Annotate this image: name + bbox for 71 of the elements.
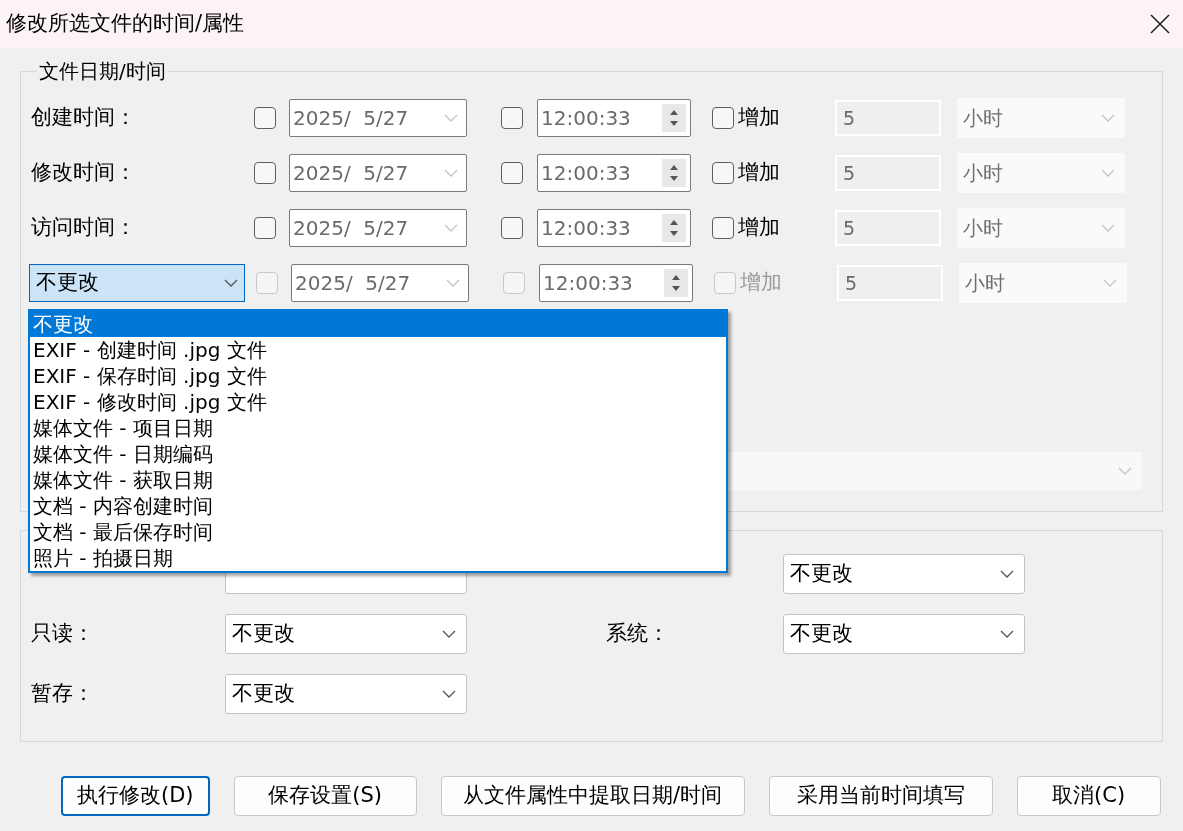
spin-arrows-icon [664,269,688,297]
chevron-down-icon [1101,224,1115,232]
date-picker[interactable]: 2025/ 5/27 [289,154,467,192]
amount-field[interactable]: 5 [835,210,941,246]
chevron-down-icon [1000,630,1014,638]
dropdown-option[interactable]: EXIF - 保存时间 .jpg 文件 [30,363,726,389]
attribute-label: 系统： [606,621,669,646]
checkbox[interactable] [254,217,276,239]
date-picker[interactable]: 2025/ 5/27 [289,209,467,247]
spin-arrows-icon [662,104,686,132]
spin-arrows-icon [662,214,686,242]
add-label: 增加 [738,104,780,132]
checkbox[interactable] [712,162,734,184]
add-label: 增加 [738,159,780,187]
row-label: 修改时间： [30,159,137,187]
dialog-button[interactable]: 执行修改(D) [61,776,210,816]
dropdown-option[interactable]: 不更改 [30,311,726,337]
add-label: 增加 [740,269,782,297]
chevron-down-icon [1118,467,1132,475]
dropdown-option[interactable]: 媒体文件 - 日期编码 [30,441,726,467]
chevron-down-icon [444,224,458,232]
attribute-combo[interactable]: 不更改 [225,674,467,714]
chevron-down-icon [1000,570,1014,578]
chevron-down-icon [1103,279,1117,287]
checkbox[interactable] [501,162,523,184]
dropdown-option[interactable]: 文档 - 最后保存时间 [30,519,726,545]
time-field[interactable]: 12:00:33 [537,99,691,137]
checkbox[interactable] [712,217,734,239]
dropdown-option[interactable]: 文档 - 内容创建时间 [30,493,726,519]
dialog-button[interactable]: 保存设置(S) [233,776,417,816]
chevron-down-icon [444,114,458,122]
checkbox[interactable] [501,217,523,239]
unit-combo[interactable]: 小时 [957,98,1125,138]
checkbox[interactable] [254,162,276,184]
time-field[interactable]: 12:00:33 [537,154,691,192]
dialog-button[interactable]: 取消(C) [1016,776,1161,816]
attribute-combo[interactable]: 不更改 [783,614,1025,654]
close-icon [1150,14,1170,34]
row-label: 创建时间： [30,104,137,132]
dropdown-option[interactable]: 媒体文件 - 获取日期 [30,467,726,493]
amount-field[interactable]: 5 [835,155,941,191]
dropdown-option[interactable]: 照片 - 拍摄日期 [30,545,726,571]
chevron-down-icon [1101,169,1115,177]
unit-combo[interactable]: 小时 [957,208,1125,248]
chevron-down-icon [442,690,456,698]
dropdown-option[interactable]: 媒体文件 - 项目日期 [30,415,726,441]
chevron-down-icon [1101,114,1115,122]
unit-combo[interactable]: 小时 [957,153,1125,193]
group-title: 文件日期/时间 [38,60,167,82]
attribute-combo[interactable]: 不更改 [783,554,1025,594]
add-label: 增加 [738,214,780,242]
dropdown-option[interactable]: EXIF - 修改时间 .jpg 文件 [30,389,726,415]
spin-arrows-icon [662,159,686,187]
chevron-down-icon [224,279,238,287]
checkbox[interactable] [712,107,734,129]
attribute-combo[interactable]: 不更改 [225,614,467,654]
window-title: 修改所选文件的时间/属性 [6,10,245,38]
attribute-label: 暂存： [31,681,94,706]
dialog-button[interactable]: 从文件属性中提取日期/时间 [440,776,745,816]
date-picker[interactable]: 2025/ 5/27 [289,99,467,137]
chevron-down-icon [444,169,458,177]
time-field[interactable]: 12:00:33 [537,209,691,247]
chevron-down-icon [446,279,460,287]
chevron-down-icon [442,630,456,638]
attribute-label: 只读： [31,621,94,646]
dropdown-option[interactable]: EXIF - 创建时间 .jpg 文件 [30,337,726,363]
checkbox[interactable] [254,107,276,129]
amount-field[interactable]: 5 [835,100,941,136]
checkbox[interactable] [501,107,523,129]
dialog-button[interactable]: 采用当前时间填写 [768,776,993,816]
row-label: 访问时间： [30,214,137,242]
